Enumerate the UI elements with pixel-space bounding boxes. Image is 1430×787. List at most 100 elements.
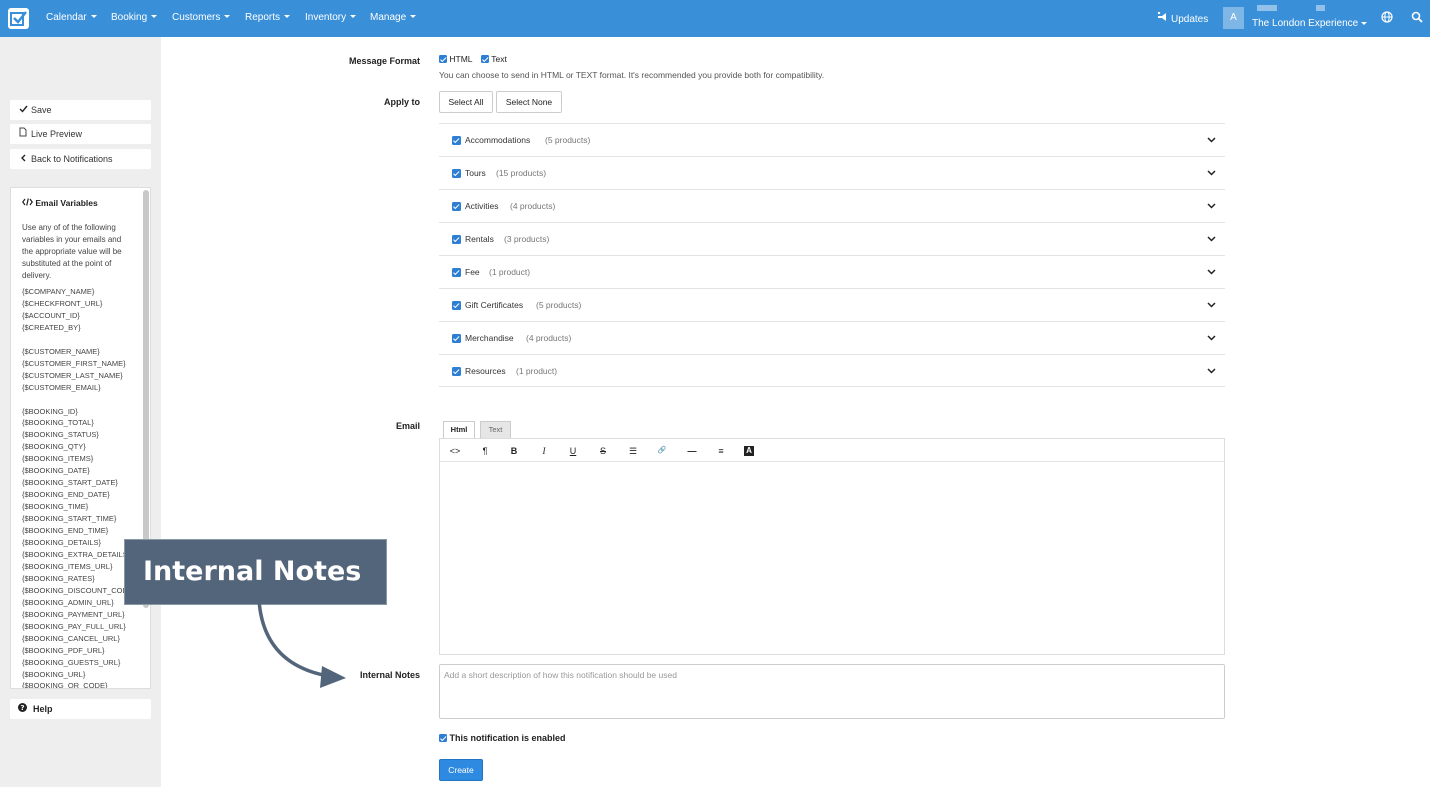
bold-icon[interactable]: B <box>507 444 521 458</box>
product-category-row[interactable]: Gift Certificates (5 products) <box>439 288 1225 321</box>
category-checkbox[interactable] <box>452 169 461 178</box>
underline-icon[interactable]: U <box>566 444 580 458</box>
avatar[interactable]: A <box>1223 7 1244 29</box>
chevron-down-icon[interactable] <box>1207 168 1216 178</box>
email-editor[interactable]: <> ¶ B I U S ☰ 🔗 — ≡ A <box>439 438 1225 655</box>
apply-to-label: Apply to <box>384 97 420 107</box>
megaphone-icon <box>1157 11 1167 25</box>
format-html-option[interactable]: HTML <box>439 54 473 64</box>
product-category-row[interactable]: Tours (15 products) <box>439 156 1225 189</box>
enabled-label: This notification is enabled <box>449 733 566 743</box>
updates-label: Updates <box>1171 14 1209 25</box>
category-count: (5 products) <box>536 300 582 310</box>
format-text-checkbox[interactable] <box>481 55 489 63</box>
code-icon <box>22 198 33 208</box>
globe-icon[interactable] <box>1381 11 1393 25</box>
annotation-callout: Internal Notes <box>124 539 387 605</box>
category-count: (15 products) <box>496 168 547 178</box>
search-icon[interactable] <box>1411 11 1423 25</box>
checkfront-logo-icon[interactable] <box>8 8 29 29</box>
align-icon[interactable]: ≡ <box>714 444 728 458</box>
help-button[interactable]: ? Help <box>10 699 151 719</box>
product-category-row[interactable]: Accommodations (5 products) <box>439 123 1225 156</box>
nav-manage[interactable]: Manage <box>370 12 417 23</box>
select-none-button[interactable]: Select None <box>496 91 562 113</box>
nav-reports-label: Reports <box>245 12 281 23</box>
list-icon[interactable]: ☰ <box>626 444 640 458</box>
format-text-option[interactable]: Text <box>481 54 507 64</box>
horizontal-rule-icon[interactable]: — <box>685 444 699 458</box>
editor-toolbar: <> ¶ B I U S ☰ 🔗 — ≡ A <box>440 439 1224 462</box>
product-category-row[interactable]: Fee (1 product) <box>439 255 1225 288</box>
category-count: (4 products) <box>526 333 572 343</box>
italic-icon[interactable]: I <box>537 444 551 458</box>
product-category-row[interactable]: Resources (1 product) <box>439 354 1225 387</box>
chevron-down-icon[interactable] <box>1207 234 1216 244</box>
category-count: (5 products) <box>545 135 591 145</box>
back-to-notifications-button[interactable]: Back to Notifications <box>10 149 151 169</box>
font-color-icon[interactable]: A <box>744 446 754 456</box>
internal-notes-input[interactable] <box>439 664 1225 719</box>
strikethrough-icon[interactable]: S <box>596 444 610 458</box>
live-preview-label: Live Preview <box>31 129 83 139</box>
tab-html[interactable]: Html <box>443 421 475 438</box>
nav-customers[interactable]: Customers <box>172 12 231 23</box>
nav-reports[interactable]: Reports <box>245 12 291 23</box>
format-html-checkbox[interactable] <box>439 55 447 63</box>
enabled-option[interactable]: This notification is enabled <box>439 733 566 743</box>
product-category-row[interactable]: Rentals (3 products) <box>439 222 1225 255</box>
product-category-row[interactable]: Activities (4 products) <box>439 189 1225 222</box>
divider <box>439 386 1225 387</box>
chevron-down-icon[interactable] <box>1207 135 1216 145</box>
nav-calendar[interactable]: Calendar <box>46 12 97 23</box>
category-count: (4 products) <box>510 201 556 211</box>
tab-text[interactable]: Text <box>480 421 511 438</box>
code-view-icon[interactable]: <> <box>448 444 462 458</box>
category-checkbox[interactable] <box>452 235 461 244</box>
category-checkbox[interactable] <box>452 202 461 211</box>
category-name: Fee <box>465 267 480 277</box>
email-variables-title: Email Variables <box>22 198 98 208</box>
updates-button[interactable]: Updates <box>1157 11 1209 25</box>
category-checkbox[interactable] <box>452 268 461 277</box>
live-preview-button[interactable]: Live Preview <box>10 124 151 144</box>
select-all-button[interactable]: Select All <box>439 91 493 113</box>
email-variables-title-label: Email Variables <box>35 198 98 208</box>
nav-booking[interactable]: Booking <box>111 12 158 23</box>
category-name: Accommodations <box>465 135 531 145</box>
category-checkbox[interactable] <box>452 301 461 310</box>
link-icon[interactable]: 🔗 <box>655 444 669 458</box>
save-button[interactable]: Save <box>10 100 151 120</box>
enabled-checkbox[interactable] <box>439 734 447 742</box>
chevron-down-icon[interactable] <box>1207 333 1216 343</box>
chevron-down-icon[interactable] <box>1207 267 1216 277</box>
paragraph-icon[interactable]: ¶ <box>478 444 492 458</box>
create-button[interactable]: Create <box>439 759 483 781</box>
category-name: Merchandise <box>465 333 514 343</box>
save-label: Save <box>31 105 52 115</box>
back-label: Back to Notifications <box>31 154 113 164</box>
category-checkbox[interactable] <box>452 367 461 376</box>
category-checkbox[interactable] <box>452 334 461 343</box>
redacted-text <box>1257 5 1277 11</box>
annotation-arrow <box>257 599 346 688</box>
chevron-down-icon <box>151 15 158 18</box>
category-count: (3 products) <box>504 234 550 244</box>
chevron-down-icon <box>350 15 357 18</box>
category-name: Rentals <box>465 234 494 244</box>
redacted-text <box>1316 5 1325 11</box>
chevron-down-icon[interactable] <box>1361 22 1367 25</box>
product-category-row[interactable]: Merchandise (4 products) <box>439 321 1225 354</box>
format-hint: You can choose to send in HTML or TEXT f… <box>439 70 825 80</box>
chevron-down-icon[interactable] <box>1207 300 1216 310</box>
chevron-down-icon[interactable] <box>1207 366 1216 376</box>
category-name: Resources <box>465 366 506 376</box>
company-name[interactable]: The London Experience <box>1252 18 1358 29</box>
chevron-left-icon <box>18 149 28 169</box>
nav-inventory[interactable]: Inventory <box>305 12 357 23</box>
message-format-label: Message Format <box>348 56 420 66</box>
category-checkbox[interactable] <box>452 136 461 145</box>
nav-calendar-label: Calendar <box>46 12 87 23</box>
chevron-down-icon <box>284 15 291 18</box>
chevron-down-icon[interactable] <box>1207 201 1216 211</box>
